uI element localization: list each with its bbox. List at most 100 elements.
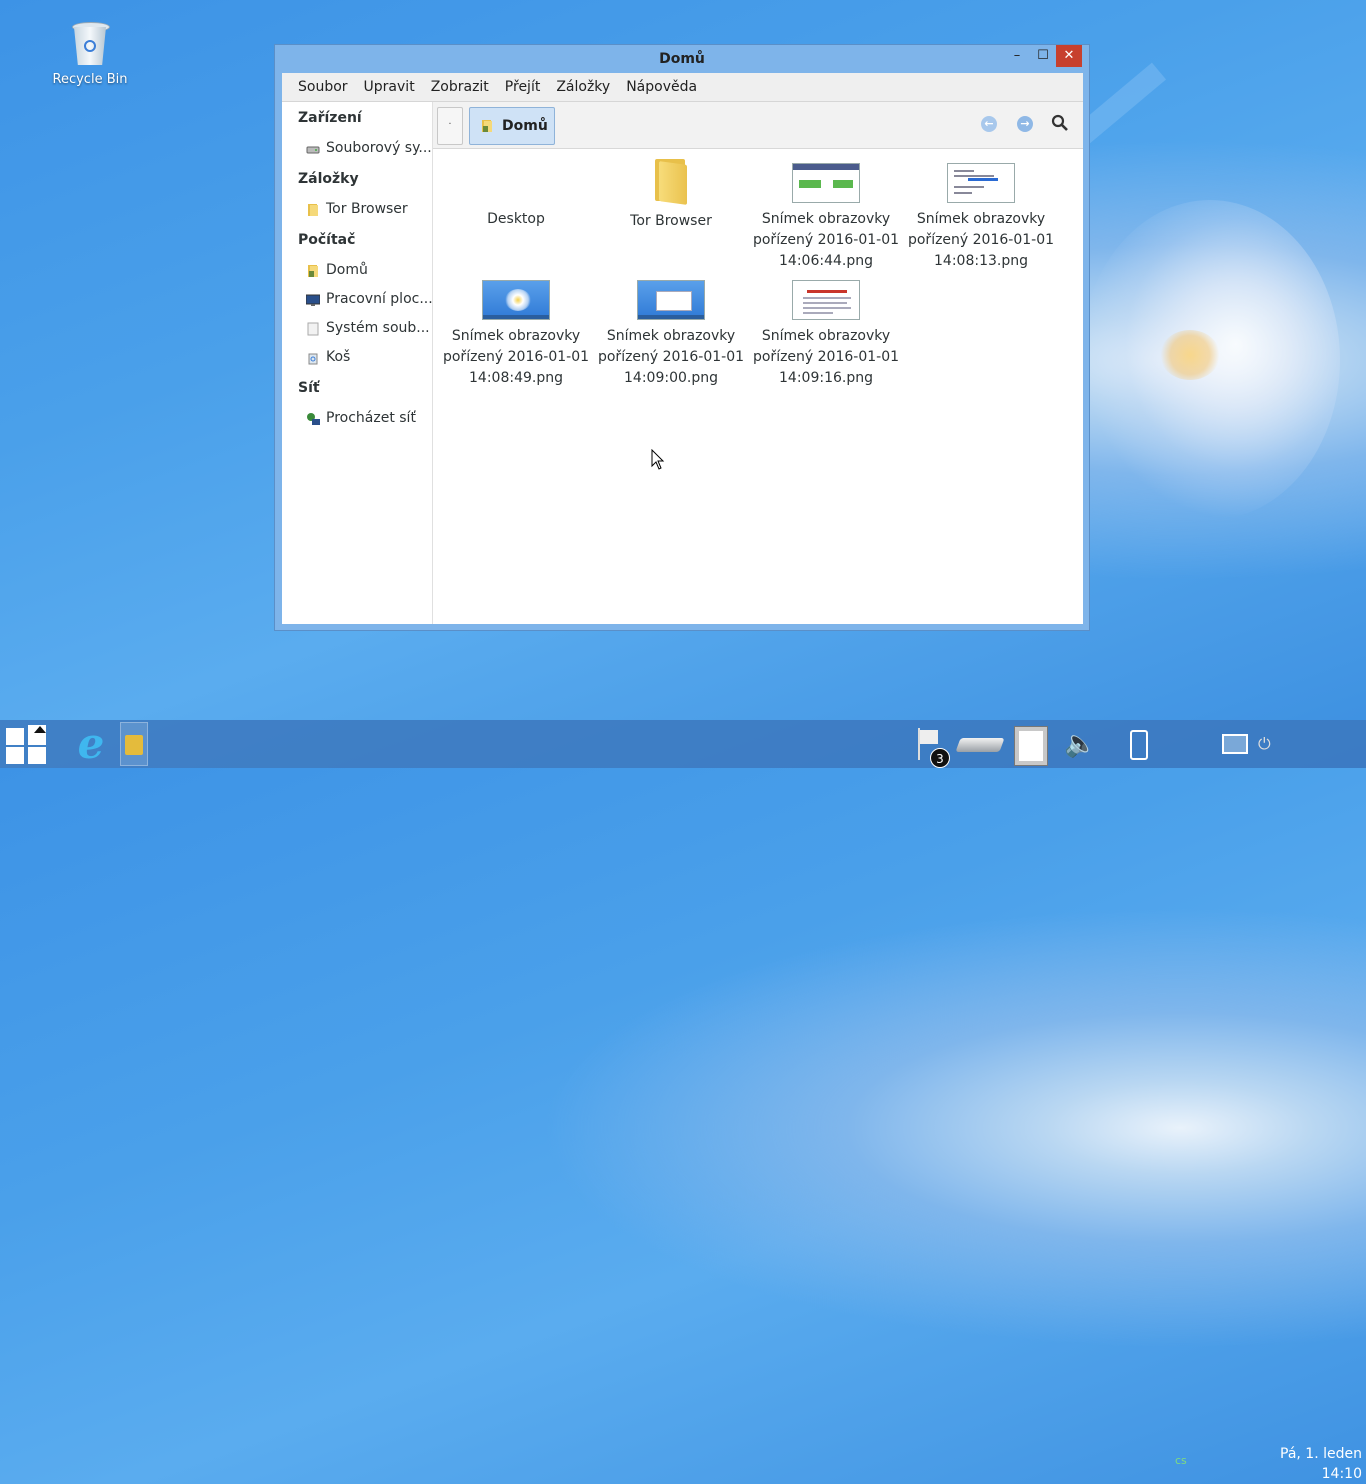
file-grid: Desktop Tor Browser Snímek obrazovky poř… [433,149,1083,624]
keyboard-icon [955,738,1005,752]
sidebar-item-desktop[interactable]: Pracovní ploc... [282,285,432,314]
clock-date: Pá, 1. leden [1280,1446,1362,1462]
file-item-screenshot-3[interactable]: Snímek obrazovky pořízený 2016-01-01 14:… [441,280,591,389]
network-monitor-icon [1222,734,1248,754]
minimize-button[interactable]: – [1005,45,1029,67]
menu-bar: Soubor Upravit Zobrazit Přejít Záložky N… [282,73,1083,102]
caret-up-icon [34,726,46,733]
sidebar-item-filesystem[interactable]: Souborový sy... [282,134,432,163]
network-icon [307,412,320,425]
image-thumbnail-icon [792,163,860,203]
sidebar-item-home[interactable]: Domů [282,256,432,285]
menu-napoveda[interactable]: Nápověda [618,73,705,101]
sidebar-item-filesystem-root[interactable]: Systém soub... [282,314,432,343]
path-button-home[interactable]: Domů [469,107,555,145]
sidebar-heading-computer: Počítač [298,232,356,248]
file-item-screenshot-2[interactable]: Snímek obrazovky pořízený 2016-01-01 14:… [906,163,1056,272]
window-client: Soubor Upravit Zobrazit Přejít Záložky N… [282,73,1083,624]
sidebar-item-label: Souborový sy... [326,140,432,156]
file-name: Snímek obrazovky pořízený 2016-01-01 14:… [907,211,1055,269]
sidebar-item-label: Koš [326,349,351,365]
file-item-screenshot-4[interactable]: Snímek obrazovky pořízený 2016-01-01 14:… [596,280,746,389]
path-label: Domů [502,118,548,134]
sidebar-item-label: Domů [326,262,368,278]
home-folder-icon [308,264,318,277]
file-manager-taskbar-button[interactable] [120,722,148,766]
desktop-icon-label: Recycle Bin [52,72,128,87]
file-manager-window: Domů – ☐ ✕ Soubor Upravit Zobrazit Přejí… [274,44,1090,631]
places-sidebar: Zařízení Souborový sy... Záložky Tor Bro… [282,102,433,624]
speaker-icon: 🔈 [1064,729,1097,759]
folder-icon [651,157,691,205]
path-overflow-button[interactable]: · [437,107,463,145]
sidebar-heading-devices: Zařízení [298,110,362,126]
clock[interactable]: Pá, 1. leden 14:10 [1280,1444,1362,1484]
image-thumbnail-icon [637,280,705,320]
back-button[interactable]: ← [981,116,997,132]
search-icon[interactable] [1051,114,1069,132]
desktop-icon-recycle-bin[interactable]: Recycle Bin [48,18,132,87]
sidebar-item-browse-network[interactable]: Procházet síť [282,404,432,433]
menu-prejit[interactable]: Přejít [497,73,549,101]
recycle-bin-icon [70,18,110,68]
menu-zalozky[interactable]: Záložky [548,73,618,101]
file-item-tor-browser[interactable]: Tor Browser [596,157,746,232]
action-center-button[interactable]: 3 [914,726,950,768]
file-item-screenshot-1[interactable]: Snímek obrazovky pořízený 2016-01-01 14:… [751,163,901,272]
file-name: Desktop [487,211,545,227]
window-title: Domů [659,51,705,67]
start-button[interactable] [6,725,48,764]
file-name: Tor Browser [630,213,712,229]
file-item-screenshot-5[interactable]: Snímek obrazovky pořízený 2016-01-01 14:… [751,280,901,389]
maximize-button[interactable]: ☐ [1031,45,1055,67]
language-indicator[interactable]: cs [1175,1454,1187,1467]
location-toolbar: · Domů ← → [433,102,1083,149]
trash-icon [308,353,318,364]
desktop-icon [306,294,320,306]
close-button[interactable]: ✕ [1056,45,1082,67]
image-thumbnail-icon [792,280,860,320]
file-name: Snímek obrazovky pořízený 2016-01-01 14:… [752,211,900,269]
sidebar-heading-bookmarks: Záložky [298,171,359,187]
internet-explorer-icon: e [77,719,105,768]
sidebar-item-label: Pracovní ploc... [326,291,432,307]
sidebar-item-label: Procházet síť [326,410,416,426]
battery-icon [1130,730,1148,760]
sidebar-item-tor-browser[interactable]: Tor Browser [282,195,432,224]
forward-button[interactable]: → [1017,116,1033,132]
hidden-folder-icon [441,169,591,209]
drive-icon [306,146,320,153]
mouse-cursor-icon [651,449,665,470]
file-item-desktop[interactable]: Desktop [441,169,591,230]
image-thumbnail-icon [482,280,550,320]
home-folder-icon [482,120,492,132]
clock-time: 14:10 [1321,1466,1362,1482]
menu-zobrazit[interactable]: Zobrazit [423,73,497,101]
sidebar-heading-network: Síť [298,380,320,396]
folder-icon [308,203,318,216]
volume-button[interactable]: 🔈 [1064,726,1096,762]
file-name: Snímek obrazovky pořízený 2016-01-01 14:… [752,328,900,386]
sidebar-item-label: Tor Browser [326,201,408,217]
filesystem-icon [307,322,319,335]
menu-upravit[interactable]: Upravit [356,73,423,101]
sidebar-item-trash[interactable]: Koš [282,343,432,372]
power-button[interactable]: ⏻ [1258,726,1278,762]
main-content: · Domů ← → Desktop Tor Browser Snímek ob… [433,102,1083,624]
taskbar: e 3 🔈 cs ⏻ Pá, 1. leden 14:10 [0,720,1366,1482]
clipboard-button[interactable] [1010,726,1052,766]
file-name: Snímek obrazovky pořízený 2016-01-01 14:… [597,328,745,386]
menu-soubor[interactable]: Soubor [290,73,356,101]
network-button[interactable] [1216,726,1252,762]
sidebar-item-label: Systém soub... [326,320,430,336]
wallpaper-flower-core [1160,330,1220,380]
notification-badge: 3 [930,748,950,768]
image-thumbnail-icon [947,163,1015,203]
internet-explorer-taskbar-button[interactable]: e [68,722,114,766]
home-folder-icon [125,735,143,755]
battery-button[interactable] [1124,726,1154,762]
file-name: Snímek obrazovky pořízený 2016-01-01 14:… [442,328,590,386]
title-bar[interactable]: Domů – ☐ ✕ [275,45,1089,73]
power-icon: ⏻ [1258,734,1271,753]
keyboard-button[interactable] [955,726,1005,762]
